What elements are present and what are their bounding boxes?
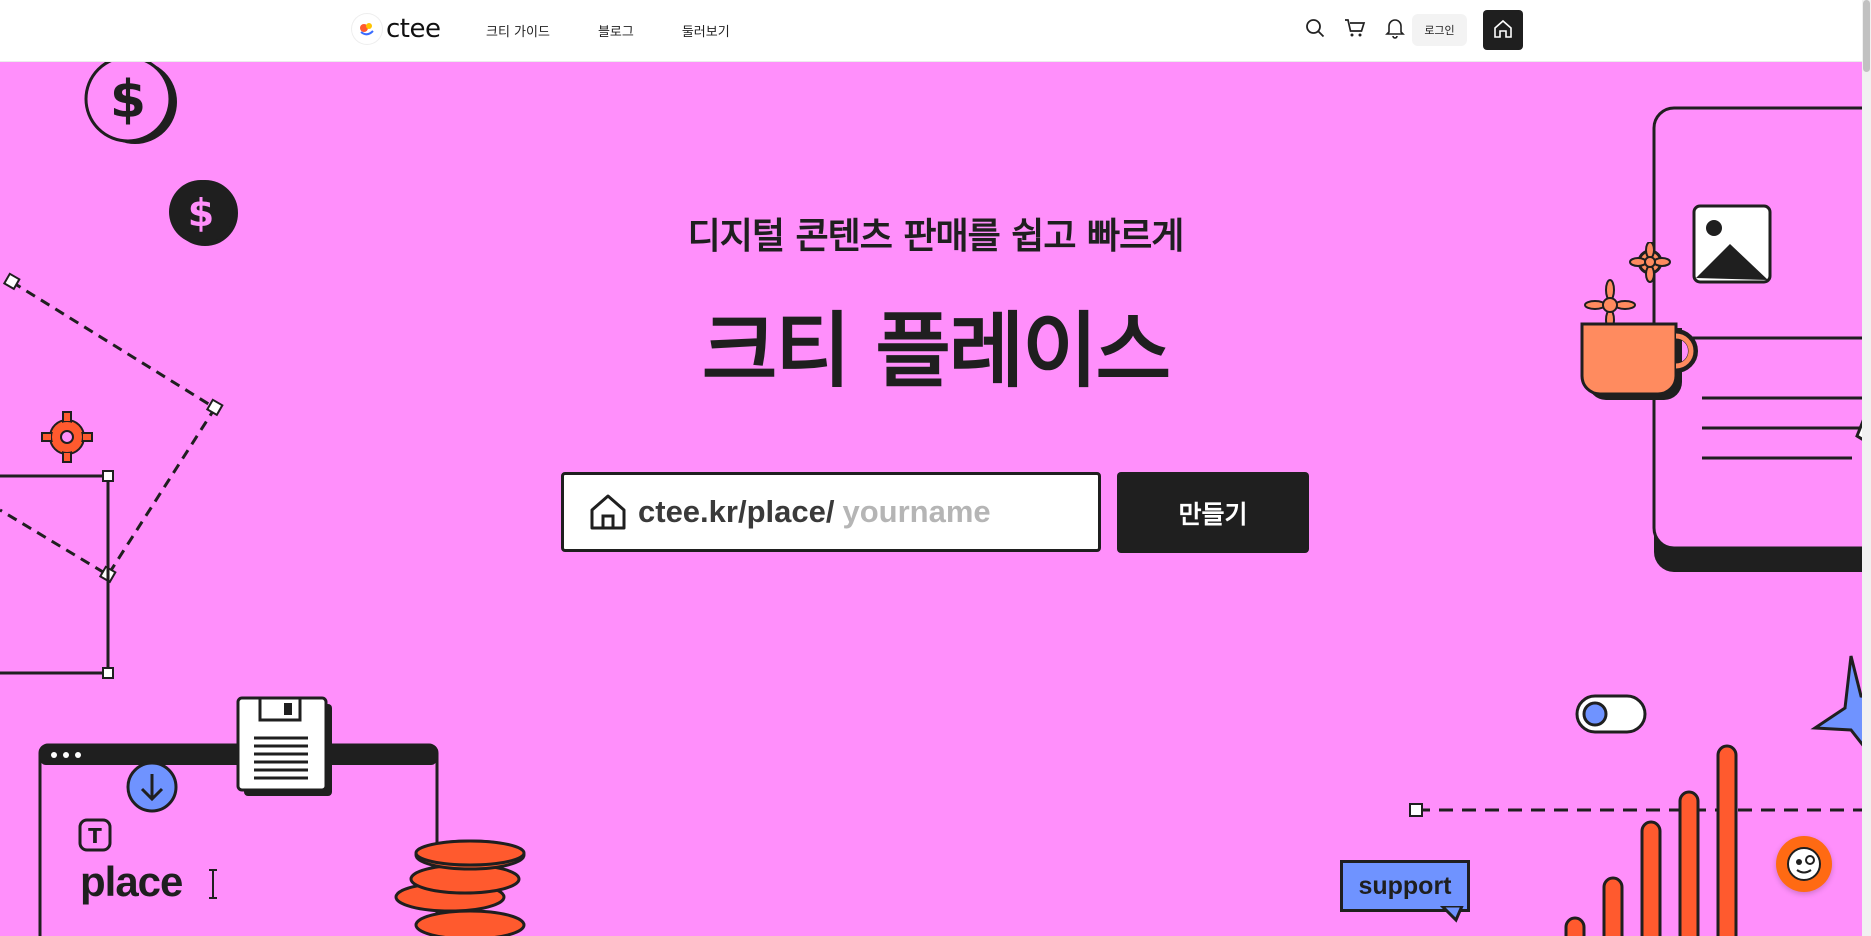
home-outline-icon — [590, 494, 626, 530]
hero-title: 크티 플레이스 — [701, 304, 1171, 399]
place-url-field[interactable]: ctee.kr/place/ — [561, 472, 1101, 552]
scrollbar-thumb[interactable] — [1863, 0, 1870, 72]
text-cursor-icon — [209, 869, 217, 899]
support-label: support — [1340, 860, 1470, 912]
home-icon — [1493, 19, 1513, 42]
text-tool-letter: T — [88, 824, 102, 848]
dollar-symbol: $ — [110, 70, 146, 130]
coin-stack-icon — [394, 839, 526, 936]
logo-text: ctee — [386, 14, 441, 44]
header-actions — [1304, 17, 1406, 39]
speech-tail-icon — [1440, 906, 1464, 923]
hero-subtitle: 디지털 콘텐츠 판매를 쉽고 빠르게 — [687, 216, 1185, 257]
search-icon[interactable] — [1304, 17, 1326, 39]
place-label: place — [80, 858, 183, 905]
gear-icon — [41, 411, 93, 463]
mascot-face-icon — [1787, 847, 1821, 881]
cart-icon[interactable] — [1344, 17, 1366, 39]
nav-item-blog[interactable]: 블로그 — [598, 21, 634, 40]
bell-icon[interactable] — [1384, 17, 1406, 39]
main-nav: 크티 가이드 블로그 둘러보기 — [486, 21, 730, 40]
dollar-coin-large-icon: $ — [84, 55, 177, 144]
login-button[interactable]: 로그인 — [1412, 14, 1467, 46]
nav-item-guide[interactable]: 크티 가이드 — [486, 21, 550, 40]
ctee-logo-icon — [352, 14, 382, 44]
bar-chart-illustration — [1564, 744, 1738, 936]
text-tool-icon: T — [78, 818, 112, 852]
url-prefix: ctee.kr/place/ — [638, 494, 835, 529]
floppy-disk-icon — [236, 696, 332, 796]
toggle-switch-icon — [1575, 694, 1647, 734]
top-navigation-bar: ctee 크티 가이드 블로그 둘러보기 로그인 — [0, 0, 1871, 62]
nav-item-browse[interactable]: 둘러보기 — [682, 21, 730, 40]
page-scrollbar[interactable] — [1862, 0, 1871, 936]
ctee-logo[interactable]: ctee — [352, 14, 441, 44]
username-input[interactable] — [842, 494, 1083, 530]
create-button[interactable]: 만들기 — [1117, 472, 1309, 553]
download-icon — [126, 761, 178, 813]
home-button[interactable] — [1483, 10, 1523, 50]
chat-support-button[interactable] — [1776, 836, 1832, 892]
